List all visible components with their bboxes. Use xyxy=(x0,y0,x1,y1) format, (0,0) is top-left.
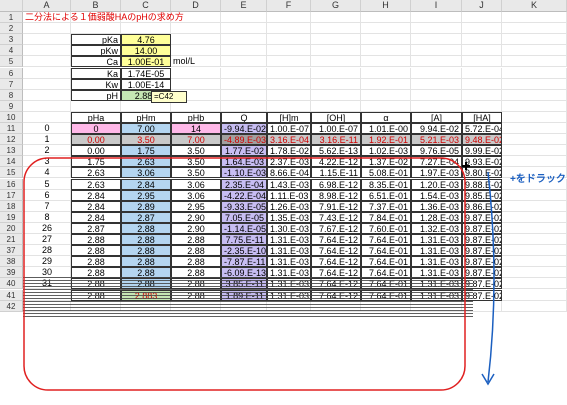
loop-outline xyxy=(23,157,466,391)
fill-handle-icon xyxy=(462,162,470,170)
drag-arrow-icon xyxy=(487,171,495,383)
annotation-layer xyxy=(23,157,495,391)
drag-hint-label: +をドラック xyxy=(510,174,566,185)
